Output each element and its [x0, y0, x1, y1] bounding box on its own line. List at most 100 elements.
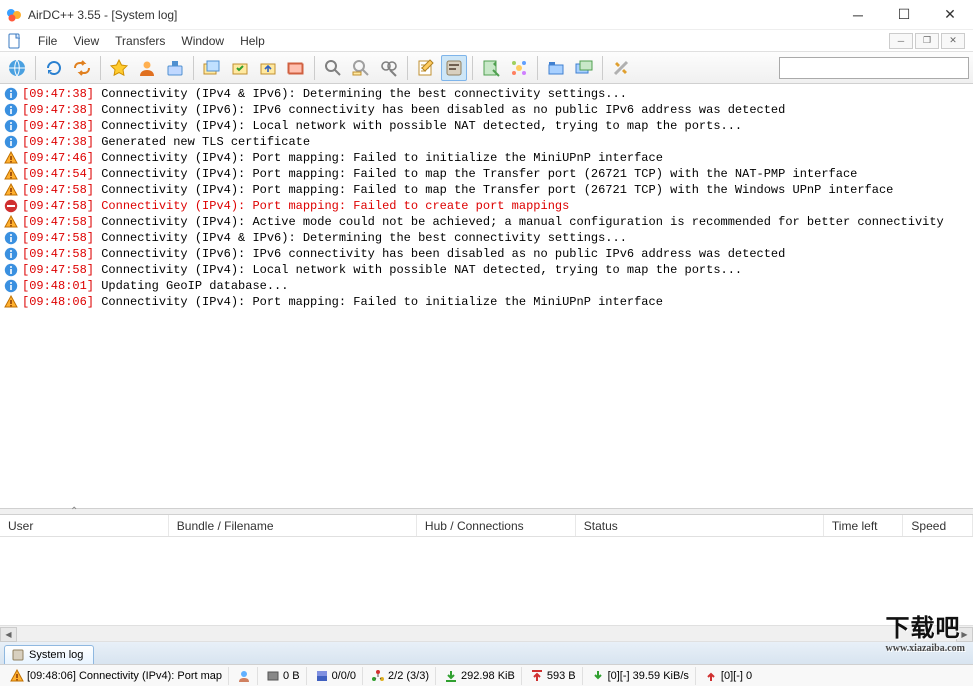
info-icon — [4, 279, 18, 293]
hubs-icon — [371, 669, 385, 683]
minimize-button[interactable]: ─ — [835, 0, 881, 30]
menu-window[interactable]: Window — [173, 32, 232, 50]
log-message: Updating GeoIP database... — [101, 279, 288, 293]
log-message: Connectivity (IPv4): Port mapping: Faile… — [101, 295, 663, 309]
warn-icon — [4, 151, 18, 165]
splitter-handle[interactable] — [0, 509, 973, 515]
scroll-left-button[interactable]: ◀ — [0, 627, 17, 642]
settings-button[interactable] — [608, 55, 634, 81]
info-icon — [4, 263, 18, 277]
mdi-close-button[interactable]: ✕ — [941, 33, 965, 49]
log-line: [09:47:58] Connectivity (IPv4): Port map… — [0, 198, 973, 214]
info-icon — [4, 135, 18, 149]
statusbar: [09:48:06] Connectivity (IPv4): Port map… — [0, 664, 973, 686]
info-icon — [4, 231, 18, 245]
log-timestamp: [09:48:06] — [22, 295, 94, 309]
warn-icon — [4, 167, 18, 181]
transfers-pane: UserBundle / FilenameHub / ConnectionsSt… — [0, 515, 973, 625]
column-speed[interactable]: Speed — [903, 515, 973, 536]
upload-queue-button[interactable] — [255, 55, 281, 81]
maximize-button[interactable]: ☐ — [881, 0, 927, 30]
system-log-button[interactable] — [441, 55, 467, 81]
log-timestamp: [09:47:46] — [22, 151, 94, 165]
log-line: [09:47:38] Connectivity (IPv4 & IPv6): D… — [0, 86, 973, 102]
scroll-right-button[interactable]: ▶ — [956, 627, 973, 642]
finished-uploads-button[interactable] — [283, 55, 309, 81]
warn-icon — [4, 295, 18, 309]
log-timestamp: [09:47:58] — [22, 199, 94, 213]
menu-view[interactable]: View — [65, 32, 107, 50]
log-message: Connectivity (IPv4): Port mapping: Faile… — [101, 167, 857, 181]
log-message: Connectivity (IPv4): Port mapping: Faile… — [101, 151, 663, 165]
column-bundle-filename[interactable]: Bundle / Filename — [169, 515, 417, 536]
titlebar: AirDC++ 3.55 - [System log] ─ ☐ ✕ — [0, 0, 973, 30]
log-line: [09:47:58] Connectivity (IPv4 & IPv6): D… — [0, 230, 973, 246]
column-time-left[interactable]: Time left — [824, 515, 904, 536]
log-timestamp: [09:47:58] — [22, 183, 94, 197]
log-line: [09:47:46] Connectivity (IPv4): Port map… — [0, 150, 973, 166]
log-message: Connectivity (IPv4 & IPv6): Determining … — [101, 231, 627, 245]
reconnect-button[interactable] — [69, 55, 95, 81]
notepad-button[interactable] — [413, 55, 439, 81]
log-icon — [11, 648, 25, 662]
transfers-body[interactable] — [0, 537, 973, 625]
log-timestamp: [09:47:58] — [22, 247, 94, 261]
open-downloads-button[interactable] — [543, 55, 569, 81]
warning-icon — [10, 669, 24, 683]
status-down-total: 292.98 KiB — [461, 670, 515, 682]
horizontal-scrollbar[interactable]: ◀ ▶ — [0, 625, 973, 642]
log-message: Connectivity (IPv6): IPv6 connectivity h… — [101, 247, 785, 261]
recent-hubs-button[interactable] — [162, 55, 188, 81]
status-share: 0 B — [283, 670, 300, 682]
search-spy-button[interactable] — [376, 55, 402, 81]
system-log-pane[interactable]: [09:47:38] Connectivity (IPv4 & IPv6): D… — [0, 84, 973, 509]
log-message: Connectivity (IPv4): Local network with … — [101, 119, 742, 133]
upload-total-icon — [530, 669, 544, 683]
extensions-button[interactable] — [506, 55, 532, 81]
mdi-restore-button[interactable]: ❐ — [915, 33, 939, 49]
finished-downloads-button[interactable] — [227, 55, 253, 81]
status-last-message: [09:48:06] Connectivity (IPv4): Port map — [27, 670, 222, 682]
log-message: Connectivity (IPv6): IPv6 connectivity h… — [101, 103, 785, 117]
info-icon — [4, 103, 18, 117]
tab-system-log[interactable]: System log — [4, 645, 94, 664]
users-button[interactable] — [134, 55, 160, 81]
menubar: FileViewTransfersWindowHelp ─ ❐ ✕ — [0, 30, 973, 52]
close-button[interactable]: ✕ — [927, 0, 973, 30]
log-message: Connectivity (IPv4): Active mode could n… — [101, 215, 944, 229]
menu-help[interactable]: Help — [232, 32, 273, 50]
queue-button[interactable] — [199, 55, 225, 81]
document-icon — [8, 33, 24, 49]
column-user[interactable]: User — [0, 515, 169, 536]
transfers-header: UserBundle / FilenameHub / ConnectionsSt… — [0, 515, 973, 537]
info-icon — [4, 119, 18, 133]
log-line: [09:47:38] Connectivity (IPv4): Local ne… — [0, 118, 973, 134]
public-hubs-button[interactable] — [4, 55, 30, 81]
toolbar-search-input[interactable] — [779, 57, 969, 79]
menu-transfers[interactable]: Transfers — [107, 32, 173, 50]
log-timestamp: [09:47:58] — [22, 231, 94, 245]
column-status[interactable]: Status — [576, 515, 824, 536]
open-own-filelist-button[interactable] — [571, 55, 597, 81]
log-line: [09:47:58] Connectivity (IPv4): Port map… — [0, 182, 973, 198]
log-timestamp: [09:47:38] — [22, 119, 94, 133]
log-timestamp: [09:47:38] — [22, 135, 94, 149]
log-line: [09:48:06] Connectivity (IPv4): Port map… — [0, 294, 973, 310]
toolbar — [0, 52, 973, 84]
favorites-button[interactable] — [106, 55, 132, 81]
refresh-button[interactable] — [41, 55, 67, 81]
log-timestamp: [09:47:38] — [22, 103, 94, 117]
log-message: Connectivity (IPv4): Local network with … — [101, 263, 742, 277]
search-button[interactable] — [320, 55, 346, 81]
window-title: AirDC++ 3.55 - [System log] — [28, 8, 835, 22]
mdi-minimize-button[interactable]: ─ — [889, 33, 913, 49]
adl-search-button[interactable] — [348, 55, 374, 81]
log-line: [09:48:01] Updating GeoIP database... — [0, 278, 973, 294]
status-up-total: 593 B — [547, 670, 576, 682]
open-filelist-button[interactable] — [478, 55, 504, 81]
log-timestamp: [09:47:58] — [22, 215, 94, 229]
user-icon — [237, 669, 251, 683]
info-icon — [4, 87, 18, 101]
menu-file[interactable]: File — [30, 32, 65, 50]
column-hub-connections[interactable]: Hub / Connections — [417, 515, 576, 536]
